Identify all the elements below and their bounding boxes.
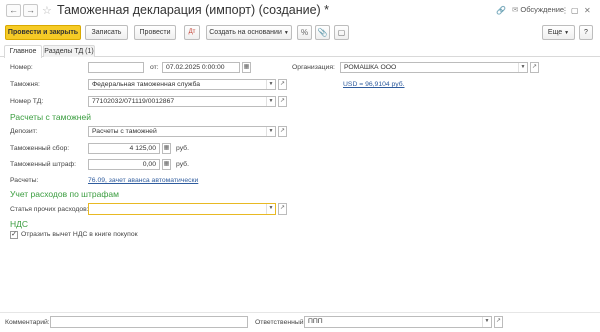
discussion-button[interactable]: ✉ Обсуждение (512, 5, 564, 14)
open-link-icon[interactable]: ↗ (530, 62, 539, 73)
customs-label: Таможня: (10, 81, 40, 88)
close-icon[interactable]: ✕ (584, 6, 591, 15)
fines-heading: Учет расходов по штрафам (10, 189, 119, 199)
number-field[interactable] (88, 62, 144, 73)
customs-fine-label: Таможенный штраф: (10, 161, 77, 168)
customs-fine-unit: руб. (176, 161, 189, 168)
calculator-icon[interactable]: ▦ (162, 159, 171, 170)
organization-label: Организация: (292, 64, 335, 71)
footer: Комментарий: Ответственный: ППП ▼ ↗ (0, 312, 600, 332)
post-button[interactable]: Провести (134, 25, 176, 40)
date-field[interactable]: 07.02.2025 0:00:00 (162, 62, 240, 73)
open-link-icon[interactable]: ↗ (494, 316, 503, 328)
reflect-vat-label: Отразить вычет НДС в книге покупок (21, 231, 138, 238)
deposit-label: Депозит: (10, 128, 38, 135)
customs-field[interactable]: Федеральная таможенная служба ▼ (88, 79, 276, 90)
comment-field[interactable] (50, 316, 248, 328)
open-link-icon[interactable]: ↗ (278, 126, 287, 137)
chevron-down-icon[interactable]: ▼ (266, 80, 275, 89)
back-arrow-icon[interactable]: ← (6, 4, 21, 17)
debit-credit-report-icon[interactable]: Дт (184, 25, 200, 40)
deposit-value: Расчеты с таможней (92, 128, 157, 135)
page-title: Таможенная декларация (импорт) (создание… (57, 3, 330, 17)
customs-value: Федеральная таможенная служба (92, 81, 201, 88)
more-vertical-icon[interactable]: ⋮ (561, 6, 569, 15)
customs-fine-field[interactable]: 0,00 (88, 159, 160, 170)
tab-td-sections[interactable]: Разделы ТД (1) (43, 45, 95, 57)
customs-settlements-heading: Расчеты с таможней (10, 112, 91, 122)
organization-value: РОМАШКА ООО (344, 64, 397, 71)
open-link-icon[interactable]: ↗ (278, 96, 287, 107)
discussion-label: Обсуждение (520, 5, 565, 14)
customs-fee-unit: руб. (176, 145, 189, 152)
customs-fee-label: Таможенный сбор: (10, 145, 70, 152)
chevron-down-icon[interactable]: ▼ (266, 97, 275, 106)
chevron-down-icon[interactable]: ▼ (266, 127, 275, 136)
settlements-link[interactable]: 76.09, зачет аванса автоматически (88, 177, 198, 184)
forward-arrow-icon[interactable]: → (23, 4, 38, 17)
title-bar: ← → ☆ Таможенная декларация (импорт) (со… (0, 0, 600, 22)
organization-field[interactable]: РОМАШКА ООО ▼ (340, 62, 528, 73)
maximize-icon[interactable]: ▢ (571, 6, 579, 15)
percent-icon[interactable]: % (297, 25, 312, 40)
create-based-on-button[interactable]: Создать на основании ▼ (206, 25, 292, 40)
calculator-icon[interactable]: ▦ (162, 143, 171, 154)
calendar-icon[interactable]: ▦ (242, 62, 251, 73)
reflect-vat-checkbox[interactable]: ✓ (10, 231, 18, 239)
responsible-label: Ответственный: (255, 319, 306, 326)
number-label: Номер: (10, 64, 33, 71)
vat-heading: НДС (10, 219, 29, 229)
td-number-value: 77102032/071119/0012867 (92, 98, 175, 105)
td-number-field[interactable]: 77102032/071119/0012867 ▼ (88, 96, 276, 107)
other-expenses-label: Статья прочих расходов: (10, 206, 89, 213)
attach-icon[interactable]: 📎 (315, 25, 330, 40)
chevron-down-icon: ▼ (564, 30, 570, 36)
post-and-close-button[interactable]: Провести и закрыть (5, 25, 81, 40)
more-menu-button[interactable]: Еще ▼ (542, 25, 575, 40)
create-based-on-label: Создать на основании (209, 29, 282, 36)
tab-strip: Главное Разделы ТД (1) (0, 45, 600, 58)
date-from-label: от: (150, 64, 159, 71)
chevron-down-icon[interactable]: ▼ (266, 204, 275, 214)
favorite-star-icon[interactable]: ☆ (42, 4, 52, 17)
chat-icon: ✉ (512, 5, 519, 14)
more-menu-label: Еще (547, 29, 563, 36)
command-bar: Провести и закрыть Записать Провести Дт … (0, 25, 600, 41)
currency-rate-link[interactable]: USD = 96,9104 руб. (343, 81, 405, 88)
responsible-value: ППП (308, 318, 323, 325)
save-button[interactable]: Записать (85, 25, 128, 40)
open-link-icon[interactable]: ↗ (278, 79, 287, 90)
link-icon[interactable]: 🔗 (496, 6, 506, 15)
help-button[interactable]: ? (579, 25, 593, 40)
deposit-field[interactable]: Расчеты с таможней ▼ (88, 126, 276, 137)
td-number-label: Номер ТД: (10, 98, 44, 105)
comment-label: Комментарий: (5, 319, 50, 326)
delete-icon[interactable]: ▢ (334, 25, 349, 40)
other-expenses-field[interactable]: ▼ (88, 203, 276, 215)
customs-fee-field[interactable]: 4 125,00 (88, 143, 160, 154)
tab-main[interactable]: Главное (4, 45, 42, 58)
open-link-icon[interactable]: ↗ (278, 203, 287, 215)
responsible-field[interactable]: ППП ▼ (304, 316, 492, 328)
chevron-down-icon: ▼ (283, 30, 289, 36)
settlements-label: Расчеты: (10, 177, 39, 184)
chevron-down-icon[interactable]: ▼ (518, 63, 527, 72)
chevron-down-icon[interactable]: ▼ (482, 317, 491, 327)
